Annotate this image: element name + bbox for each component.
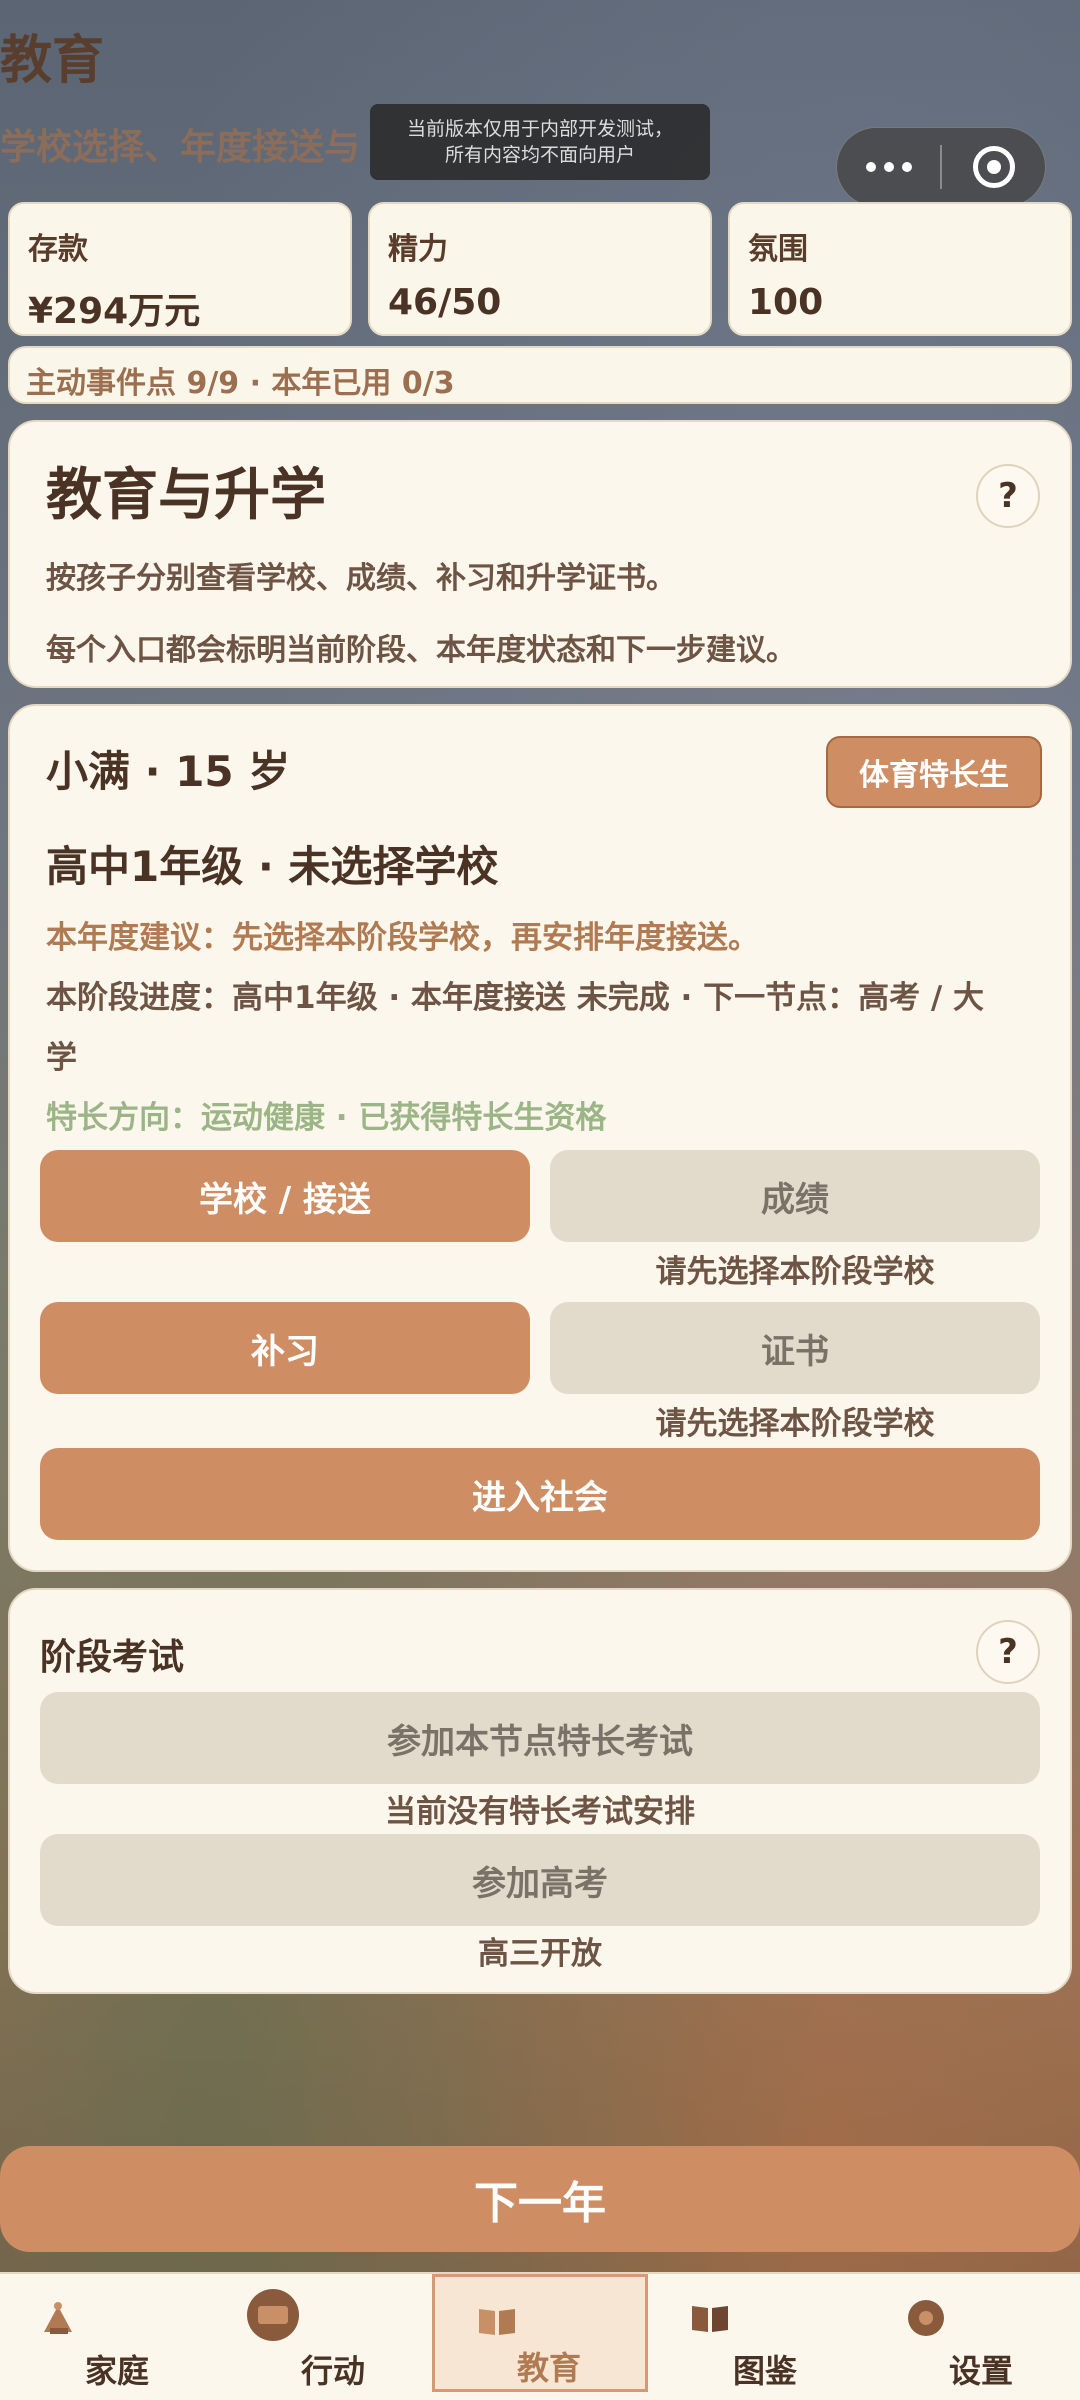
child-grade-school: 高中1年级 · 未选择学校: [46, 842, 499, 891]
dev-notice-line: 当前版本仅用于内部开发测试，: [406, 118, 673, 140]
book-icon: [479, 2309, 515, 2335]
dev-notice-line: 所有内容均不面向用户: [444, 144, 635, 166]
talent-direction: 特长方向：运动健康 · 已获得特长生资格: [46, 1100, 607, 1136]
stage-progress-line: 本阶段进度：高中1年级 · 本年度接送 未完成 · 下一节点：高考 / 大: [46, 980, 984, 1016]
tab-label: 教育: [516, 2349, 581, 2387]
tab-education[interactable]: 教育: [432, 2274, 648, 2392]
gaokao-hint: 高三开放: [478, 1936, 602, 1972]
intro-description: 每个入口都会标明当前阶段、本年度状态和下一步建议。: [46, 633, 796, 668]
stat-label: 精力: [388, 232, 448, 267]
family-icon: [44, 2302, 72, 2334]
year-suggestion: 本年度建议：先选择本阶段学校，再安排年度接送。: [46, 920, 759, 956]
section-title: 阶段考试: [40, 1637, 185, 1678]
tab-action[interactable]: 行动: [216, 2274, 432, 2392]
grades-button[interactable]: 成绩: [550, 1150, 1040, 1242]
action-icon: [247, 2289, 299, 2341]
section-title: 教育与升学: [46, 463, 326, 528]
stat-label: 存款: [28, 232, 88, 267]
gaokao-button[interactable]: 参加高考: [40, 1834, 1040, 1926]
stat-savings: 存款 ¥294万元: [8, 202, 352, 336]
stat-energy: 精力 46/50: [368, 202, 712, 336]
certificate-button[interactable]: 证书: [550, 1302, 1040, 1394]
stat-atmosphere: 氛围 100: [728, 202, 1072, 336]
dev-notice: 当前版本仅用于内部开发测试， 所有内容均不面向用户: [370, 104, 710, 180]
intro-description: 按孩子分别查看学校、成绩、补习和升学证书。: [46, 561, 676, 596]
grades-hint: 请先选择本阶段学校: [655, 1254, 935, 1290]
stat-value: 100: [748, 282, 824, 323]
stat-label: 氛围: [748, 232, 808, 267]
talent-exam-button[interactable]: 参加本节点特长考试: [40, 1692, 1040, 1784]
page-title: 教育: [0, 31, 105, 91]
next-year-button[interactable]: 下一年: [0, 2146, 1080, 2252]
tutoring-button[interactable]: 补习: [40, 1302, 530, 1394]
stage-progress: 本阶段进度：高中1年级 · 本年度接送 未完成 · 下一节点：高考 / 大 学: [46, 968, 1034, 1088]
help-icon[interactable]: ?: [976, 1620, 1040, 1684]
event-points-bar: 主动事件点 9/9 · 本年已用 0/3: [8, 346, 1072, 404]
tab-label: 行动: [300, 2352, 365, 2390]
book-icon: [692, 2306, 728, 2332]
settings-icon: [908, 2300, 944, 2336]
help-icon[interactable]: ?: [976, 464, 1040, 528]
education-intro-card: 教育与升学 按孩子分别查看学校、成绩、补习和升学证书。 每个入口都会标明当前阶段…: [8, 420, 1072, 688]
page-subtitle: 学校选择、年度接送与: [0, 127, 361, 168]
close-icon[interactable]: [942, 128, 1045, 206]
talent-exam-hint: 当前没有特长考试安排: [385, 1794, 695, 1830]
stage-progress-line: 学: [46, 1040, 77, 1076]
stat-value: ¥294万元: [28, 291, 201, 332]
enter-society-button[interactable]: 进入社会: [40, 1448, 1040, 1540]
tab-settings[interactable]: 设置: [864, 2274, 1080, 2392]
tab-family[interactable]: 家庭: [0, 2274, 216, 2392]
talent-badge[interactable]: 体育特长生: [826, 736, 1042, 808]
stat-value: 46/50: [388, 282, 502, 323]
miniprogram-capsule: [836, 127, 1046, 207]
child-card: 小满 · 15 岁 高中1年级 · 未选择学校 体育特长生 本年度建议：先选择本…: [8, 704, 1072, 1572]
tab-collection[interactable]: 图鉴: [648, 2274, 864, 2392]
bottom-tab-bar: 家庭 行动 教育 图鉴 设置: [0, 2272, 1080, 2400]
tab-label: 家庭: [84, 2352, 149, 2390]
stage-exam-card: 阶段考试 ? 参加本节点特长考试 当前没有特长考试安排 参加高考 高三开放: [8, 1588, 1072, 1994]
tab-label: 设置: [948, 2352, 1013, 2390]
tab-label: 图鉴: [732, 2352, 797, 2390]
more-icon[interactable]: [837, 128, 940, 206]
school-transport-button[interactable]: 学校 / 接送: [40, 1150, 530, 1242]
certificate-hint: 请先选择本阶段学校: [655, 1406, 935, 1442]
